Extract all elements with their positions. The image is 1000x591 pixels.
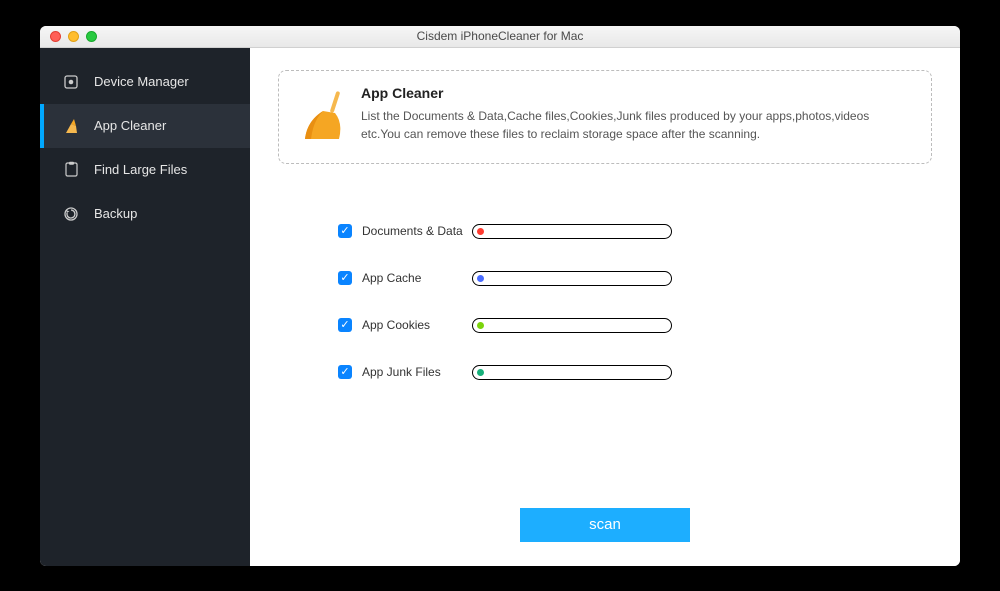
clipboard-icon bbox=[62, 161, 80, 179]
option-app-cookies: ✓ App Cookies bbox=[338, 318, 932, 333]
app-window: Cisdem iPhoneCleaner for Mac Device Mana… bbox=[40, 26, 960, 566]
window-title: Cisdem iPhoneCleaner for Mac bbox=[40, 29, 960, 43]
checkbox-app-junk-files[interactable]: ✓ bbox=[338, 365, 352, 379]
progress-pill bbox=[472, 365, 672, 380]
progress-dot bbox=[477, 228, 484, 235]
broom-icon bbox=[62, 117, 80, 135]
titlebar: Cisdem iPhoneCleaner for Mac bbox=[40, 26, 960, 48]
sidebar-item-label: Backup bbox=[94, 206, 137, 221]
options-list: ✓ Documents & Data ✓ App Cache ✓ App Coo… bbox=[278, 224, 932, 380]
panel-description: List the Documents & Data,Cache files,Co… bbox=[361, 107, 909, 143]
option-label: App Cache bbox=[362, 271, 472, 285]
checkbox-documents-and-data[interactable]: ✓ bbox=[338, 224, 352, 238]
sidebar-item-backup[interactable]: Backup bbox=[40, 192, 250, 236]
sidebar-item-device-manager[interactable]: Device Manager bbox=[40, 60, 250, 104]
scan-button[interactable]: scan bbox=[520, 508, 690, 542]
sidebar: Device Manager App Cleaner Find Large Fi… bbox=[40, 48, 250, 566]
option-documents-and-data: ✓ Documents & Data bbox=[338, 224, 932, 239]
window-body: Device Manager App Cleaner Find Large Fi… bbox=[40, 48, 960, 566]
broom-illustration bbox=[299, 85, 351, 145]
progress-dot bbox=[477, 275, 484, 282]
progress-pill bbox=[472, 318, 672, 333]
sidebar-item-label: Device Manager bbox=[94, 74, 189, 89]
option-label: Documents & Data bbox=[362, 224, 472, 238]
option-app-junk-files: ✓ App Junk Files bbox=[338, 365, 932, 380]
device-icon bbox=[62, 73, 80, 91]
option-app-cache: ✓ App Cache bbox=[338, 271, 932, 286]
scan-button-wrap: scan bbox=[278, 508, 932, 548]
option-label: App Cookies bbox=[362, 318, 472, 332]
backup-icon bbox=[62, 205, 80, 223]
info-box: App Cleaner List the Documents & Data,Ca… bbox=[278, 70, 932, 164]
main-panel: App Cleaner List the Documents & Data,Ca… bbox=[250, 48, 960, 566]
sidebar-item-label: Find Large Files bbox=[94, 162, 187, 177]
info-text: App Cleaner List the Documents & Data,Ca… bbox=[361, 85, 909, 143]
progress-dot bbox=[477, 322, 484, 329]
checkbox-app-cache[interactable]: ✓ bbox=[338, 271, 352, 285]
panel-title: App Cleaner bbox=[361, 85, 909, 101]
progress-pill bbox=[472, 224, 672, 239]
progress-dot bbox=[477, 369, 484, 376]
sidebar-item-label: App Cleaner bbox=[94, 118, 166, 133]
option-label: App Junk Files bbox=[362, 365, 472, 379]
progress-pill bbox=[472, 271, 672, 286]
sidebar-item-app-cleaner[interactable]: App Cleaner bbox=[40, 104, 250, 148]
sidebar-item-find-large-files[interactable]: Find Large Files bbox=[40, 148, 250, 192]
checkbox-app-cookies[interactable]: ✓ bbox=[338, 318, 352, 332]
